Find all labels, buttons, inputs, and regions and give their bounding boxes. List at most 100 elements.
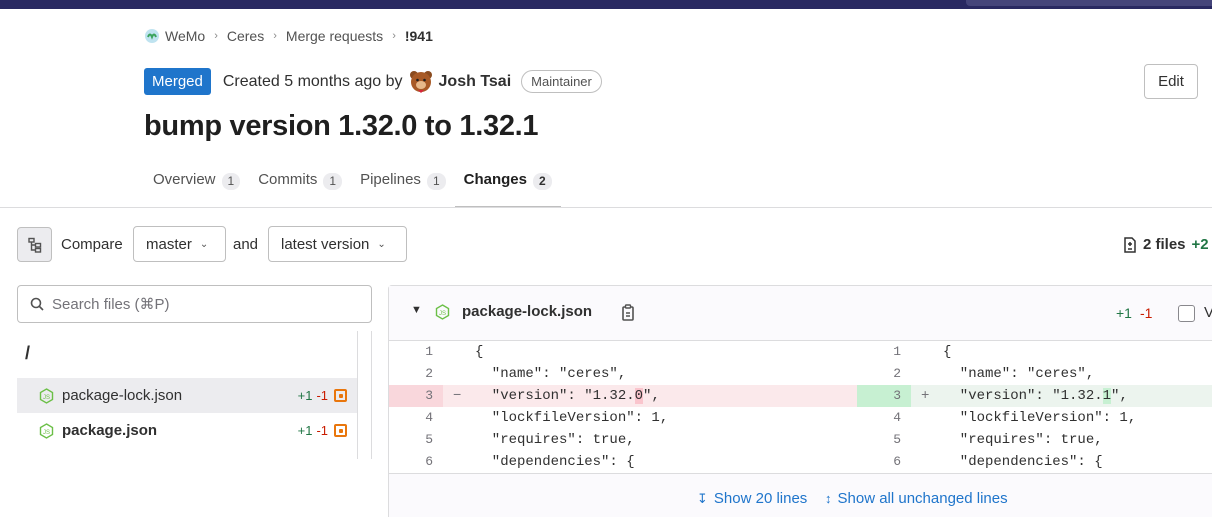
diff-stats: +1 -1 (1116, 305, 1152, 321)
old-line-number[interactable]: 1 (389, 341, 433, 363)
tab-label: Overview (153, 171, 216, 188)
diff-line: 2 "name": "ceres", 2 "name": "ceres", (389, 363, 1212, 385)
file-additions: +1 (297, 423, 313, 438)
wemo-logo-icon (145, 29, 159, 43)
diff-deletions: -1 (1139, 305, 1153, 321)
code-text: "version": "1.32. (475, 388, 635, 404)
chevron-down-icon: ⌄ (377, 238, 386, 250)
files-changed-summary[interactable]: 2 files +2 (1123, 236, 1209, 253)
viewed-label: V (1204, 304, 1212, 321)
file-tree-panel: / JS package-lock.json +1 -1 JS package.… (17, 331, 372, 517)
tab-overview[interactable]: Overview 1 (144, 160, 249, 208)
code-text: ", (643, 388, 660, 404)
old-code: "name": "ceres", (475, 366, 627, 382)
old-code: "requires": true, (475, 432, 635, 448)
new-line-number[interactable]: 1 (857, 341, 901, 363)
global-search-edge[interactable] (966, 0, 1212, 6)
tree-file-package[interactable]: JS package.json +1 -1 (17, 413, 357, 448)
expand-all-icon: ↕ (825, 491, 832, 506)
top-navbar (0, 0, 1212, 9)
tab-changes[interactable]: Changes 2 (454, 160, 561, 208)
old-line-number[interactable]: 4 (389, 407, 433, 429)
breadcrumb-project[interactable]: Ceres (227, 28, 264, 44)
tab-count: 1 (323, 173, 343, 190)
new-line-number[interactable]: 4 (857, 407, 901, 429)
additions-count: +2 (1191, 236, 1209, 253)
old-code: "version": "1.32.0", (475, 385, 660, 407)
new-code: "lockfileVersion": 1, (943, 410, 1137, 426)
file-stats: +1 -1 (298, 388, 347, 403)
old-line-number[interactable]: 5 (389, 429, 433, 451)
file-modified-icon (334, 424, 347, 437)
new-code: "dependencies": { (943, 454, 1103, 470)
show-all-label: Show all unchanged lines (837, 490, 1008, 507)
tree-file-package-lock[interactable]: JS package-lock.json +1 -1 (17, 378, 357, 413)
edit-button[interactable]: Edit (1144, 64, 1198, 99)
old-line-number[interactable]: 6 (389, 451, 433, 473)
base-branch-value: master (146, 235, 192, 253)
file-additions: +1 (297, 388, 313, 403)
tab-count: 1 (221, 173, 241, 190)
file-deletions: -1 (316, 388, 328, 403)
tab-label: Commits (258, 171, 318, 188)
new-code: "requires": true, (943, 432, 1103, 448)
file-stats: +1 -1 (298, 423, 347, 438)
diff-file-header: ▼ JS package-lock.json +1 -1 V (389, 286, 1212, 341)
file-modified-icon (334, 389, 347, 402)
show-all-lines-link[interactable]: ↕ Show all unchanged lines (825, 490, 1008, 507)
scrollbar-track[interactable] (371, 331, 372, 459)
diff-expand-bar: ↧ Show 20 lines ↕ Show all unchanged lin… (389, 473, 1212, 517)
new-line-number[interactable]: 2 (857, 363, 901, 385)
files-changed-count: 2 files (1143, 236, 1186, 253)
breadcrumb-merge-requests[interactable]: Merge requests (286, 28, 383, 44)
breadcrumb-mr-id[interactable]: !941 (405, 28, 433, 44)
diff-line: 5 "requires": true, 5 "requires": true, (389, 429, 1212, 451)
old-code: "dependencies": { (475, 454, 635, 470)
deleted-char: 0 (634, 388, 644, 404)
diff-file-name[interactable]: package-lock.json (462, 303, 592, 320)
target-version-dropdown[interactable]: latest version ⌄ (268, 226, 407, 262)
tab-label: Pipelines (360, 171, 421, 188)
search-icon (30, 297, 44, 311)
collapse-chevron-icon[interactable]: ▼ (411, 304, 422, 316)
nodejs-file-icon: JS (39, 422, 54, 439)
tree-file-name: package.json (62, 422, 158, 439)
svg-text:JS: JS (43, 395, 50, 401)
mr-tabs: Overview 1 Commits 1 Pipelines 1 Changes… (144, 160, 561, 208)
avatar[interactable] (409, 70, 433, 94)
file-search-input[interactable] (52, 295, 352, 313)
tab-commits[interactable]: Commits 1 (249, 160, 351, 208)
new-code: { (943, 344, 952, 360)
new-line-number[interactable]: 5 (857, 429, 901, 451)
file-search-box[interactable] (17, 285, 372, 323)
mr-meta: Merged Created 5 months ago by Josh Tsai… (144, 68, 602, 95)
old-line-number[interactable]: 3 (389, 385, 433, 407)
code-text: ", (1111, 388, 1128, 404)
nodejs-file-icon: JS (435, 304, 450, 320)
breadcrumb-group[interactable]: WeMo (165, 28, 205, 44)
tree-root-folder[interactable]: / (25, 343, 30, 364)
old-line-number[interactable]: 2 (389, 363, 433, 385)
viewed-checkbox[interactable] (1178, 305, 1195, 322)
copy-path-icon[interactable] (620, 304, 636, 322)
code-text: "version": "1.32. (943, 388, 1103, 404)
nodejs-file-icon: JS (39, 387, 54, 404)
compare-label: Compare (61, 236, 123, 253)
chevron-right-icon: › (214, 30, 218, 42)
show-20-lines-link[interactable]: ↧ Show 20 lines (697, 490, 807, 507)
divider (0, 207, 1212, 208)
file-tree-toggle-button[interactable] (17, 227, 52, 262)
new-line-number[interactable]: 3 (857, 385, 901, 407)
new-code: "name": "ceres", (943, 366, 1095, 382)
base-branch-dropdown[interactable]: master ⌄ (133, 226, 226, 262)
status-badge: Merged (144, 68, 211, 95)
diff-file-panel: ▼ JS package-lock.json +1 -1 V 1 { 1 {2… (388, 285, 1212, 517)
old-code: "lockfileVersion": 1, (475, 410, 669, 426)
author-name[interactable]: Josh Tsai (439, 73, 512, 91)
page-title: bump version 1.32.0 to 1.32.1 (144, 110, 539, 142)
new-line-number[interactable]: 6 (857, 451, 901, 473)
tab-count: 1 (426, 173, 446, 190)
diff-line: 4 "lockfileVersion": 1, 4 "lockfileVersi… (389, 407, 1212, 429)
tab-pipelines[interactable]: Pipelines 1 (351, 160, 455, 208)
chevron-right-icon: › (273, 30, 277, 42)
